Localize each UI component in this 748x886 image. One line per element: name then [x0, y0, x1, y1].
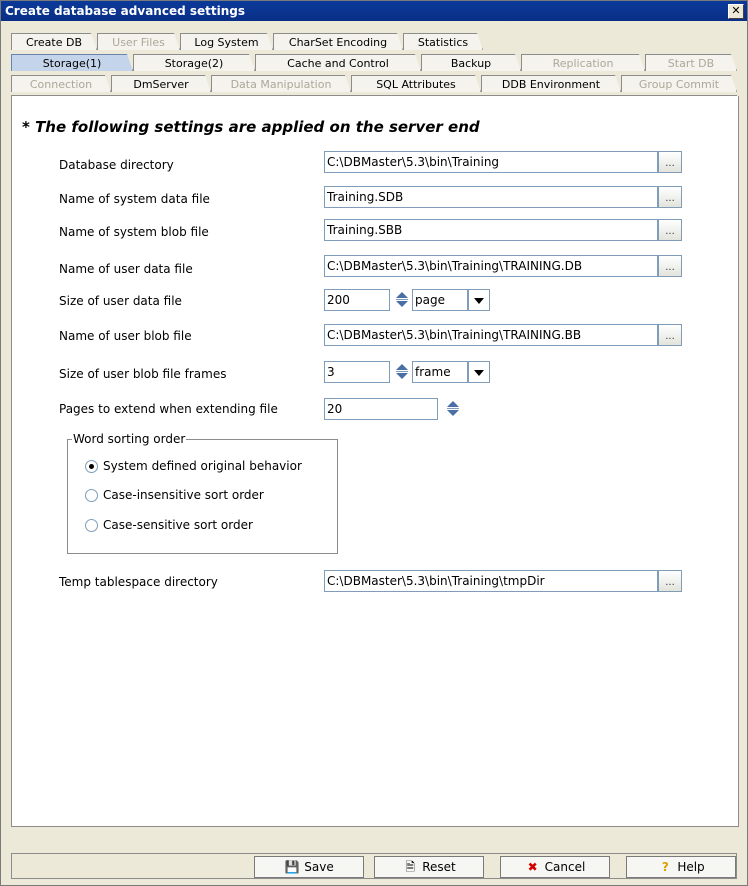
- sort-option-label: System defined original behavior: [103, 459, 302, 473]
- tab-log-system[interactable]: Log System: [180, 33, 273, 50]
- spin-up-icon[interactable]: [447, 401, 459, 407]
- help-button[interactable]: ? Help: [626, 856, 736, 878]
- sys-data-browse-button[interactable]: ...: [658, 186, 682, 208]
- radio-button[interactable]: [85, 519, 98, 532]
- user-blob-field[interactable]: C:\DBMaster\5.3\bin\Training\TRAINING.BB: [324, 324, 658, 346]
- save-label: Save: [304, 860, 334, 874]
- temp-dir-browse-button[interactable]: ...: [658, 570, 682, 592]
- chevron-down-icon: [474, 370, 484, 376]
- tab-statistics[interactable]: Statistics: [403, 33, 483, 50]
- extend-pages-field[interactable]: 20: [324, 398, 438, 420]
- radio-button[interactable]: [85, 460, 98, 473]
- tab-user-files[interactable]: User Files: [97, 33, 180, 50]
- help-icon: ?: [661, 860, 669, 874]
- reset-icon: 🗎: [405, 860, 416, 874]
- tab-dmserver[interactable]: DmServer: [111, 75, 211, 92]
- user-blob-frames-unit-select[interactable]: frame: [412, 361, 468, 383]
- button-bar: 💾 Save 🗎 Reset ✖ Cancel ? Help: [11, 853, 737, 879]
- tab-data-manipulation[interactable]: Data Manipulation: [211, 75, 351, 92]
- spin-down-icon[interactable]: [396, 301, 408, 307]
- tab-storage-1[interactable]: Storage(1): [11, 54, 133, 71]
- sort-option-label: Case-insensitive sort order: [103, 488, 264, 502]
- cancel-icon: ✖: [527, 860, 538, 874]
- user-data-size-field[interactable]: 200: [324, 289, 390, 311]
- tab-charset-encoding[interactable]: CharSet Encoding: [273, 33, 403, 50]
- word-sorting-title: Word sorting order: [72, 432, 187, 446]
- extend-pages-label: Pages to extend when extending file: [59, 402, 278, 416]
- user-data-size-unit-select[interactable]: page: [412, 289, 468, 311]
- tab-cache-and-control[interactable]: Cache and Control: [255, 54, 421, 71]
- user-data-size-label: Size of user data file: [59, 294, 182, 308]
- tab-ddb-environment[interactable]: DDB Environment: [481, 75, 621, 92]
- cancel-label: Cancel: [544, 860, 586, 874]
- tab-replication[interactable]: Replication: [521, 54, 645, 71]
- user-data-size-unit-dropdown[interactable]: [468, 289, 490, 311]
- tab-backup[interactable]: Backup: [421, 54, 521, 71]
- tab-sql-attributes[interactable]: SQL Attributes: [351, 75, 481, 92]
- sys-blob-field[interactable]: Training.SBB: [324, 219, 658, 241]
- tab-connection[interactable]: Connection: [11, 75, 111, 92]
- sys-blob-label: Name of system blob file: [59, 225, 209, 239]
- save-icon: 💾: [284, 860, 300, 874]
- spin-divider: [447, 408, 459, 409]
- spin-down-icon[interactable]: [396, 373, 408, 379]
- spin-divider: [396, 299, 408, 300]
- user-data-browse-button[interactable]: ...: [658, 255, 682, 277]
- reset-label: Reset: [422, 860, 456, 874]
- tab-group-commit[interactable]: Group Commit: [621, 75, 737, 92]
- user-blob-label: Name of user blob file: [59, 329, 192, 343]
- user-data-field[interactable]: C:\DBMaster\5.3\bin\Training\TRAINING.DB: [324, 255, 658, 277]
- tab-storage-2[interactable]: Storage(2): [133, 54, 255, 71]
- tab-start-db[interactable]: Start DB: [645, 54, 737, 71]
- title-bar: Create database advanced settings ✕: [1, 1, 747, 21]
- sort-option-label: Case-sensitive sort order: [103, 518, 253, 532]
- radio-button[interactable]: [85, 489, 98, 502]
- chevron-down-icon: [474, 298, 484, 304]
- db-dir-label: Database directory: [59, 158, 174, 172]
- temp-dir-field[interactable]: C:\DBMaster\5.3\bin\Training\tmpDir: [324, 570, 658, 592]
- spin-up-icon[interactable]: [396, 292, 408, 298]
- temp-dir-label: Temp tablespace directory: [59, 575, 218, 589]
- save-button[interactable]: 💾 Save: [254, 856, 364, 878]
- radio-selected-dot: [89, 464, 94, 469]
- help-label: Help: [677, 860, 705, 874]
- spin-down-icon[interactable]: [447, 410, 459, 416]
- user-blob-frames-unit-dropdown[interactable]: [468, 361, 490, 383]
- user-data-size-spinner[interactable]: [392, 289, 412, 311]
- close-button[interactable]: ✕: [728, 4, 744, 19]
- sys-data-field[interactable]: Training.SDB: [324, 186, 658, 208]
- user-data-label: Name of user data file: [59, 262, 193, 276]
- settings-dialog: Create database advanced settings ✕ Crea…: [0, 0, 748, 886]
- spin-up-icon[interactable]: [396, 364, 408, 370]
- user-blob-browse-button[interactable]: ...: [658, 324, 682, 346]
- user-blob-frames-label: Size of user blob file frames: [59, 367, 227, 381]
- extend-pages-spinner[interactable]: [443, 398, 463, 420]
- user-blob-frames-field[interactable]: 3: [324, 361, 390, 383]
- user-blob-frames-spinner[interactable]: [392, 361, 412, 383]
- window-title: Create database advanced settings: [5, 4, 245, 18]
- db-dir-browse-button[interactable]: ...: [658, 151, 682, 173]
- db-dir-field[interactable]: C:\DBMaster\5.3\bin\Training: [324, 151, 658, 173]
- panel-heading: * The following settings are applied on …: [22, 118, 480, 136]
- tab-create-db[interactable]: Create DB: [11, 33, 97, 50]
- cancel-button[interactable]: ✖ Cancel: [500, 856, 610, 878]
- sys-data-label: Name of system data file: [59, 192, 210, 206]
- sys-blob-browse-button[interactable]: ...: [658, 219, 682, 241]
- storage-settings-panel: * The following settings are applied on …: [11, 96, 739, 827]
- spin-divider: [396, 371, 408, 372]
- reset-button[interactable]: 🗎 Reset: [374, 856, 484, 878]
- word-sorting-group: Word sorting order System defined origin…: [67, 432, 338, 554]
